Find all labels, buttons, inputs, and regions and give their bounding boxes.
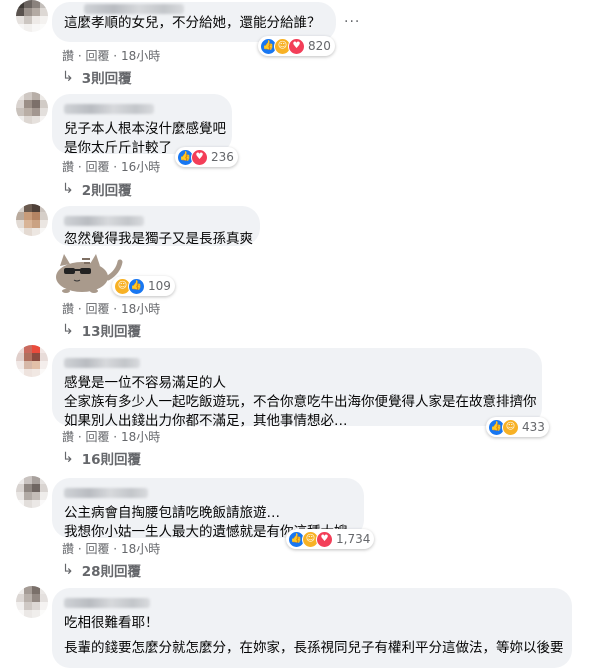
reaction-summary[interactable]: 👍 ☺ 433 — [486, 417, 549, 437]
avatar[interactable] — [16, 476, 48, 508]
reaction-count: 820 — [308, 39, 331, 53]
avatar[interactable] — [16, 345, 48, 377]
comment-text: 兒子本人根本沒什麼感覺吧 — [64, 121, 226, 137]
like-link[interactable]: 讚 — [62, 430, 74, 444]
comment-text: 這麼孝順的女兒，不分給她，還能分給誰？ — [64, 15, 321, 31]
reply-link[interactable]: 回覆 — [85, 49, 109, 63]
commenter-name[interactable] — [64, 488, 148, 498]
heart-icon: ♥ — [191, 148, 208, 166]
comment-bubble: 感覺是一位不容易滿足的人 全家族有多少人一起吃飯遊玩，不合你意吃牛出海你便覺得人… — [52, 348, 542, 429]
like-link[interactable]: 讚 — [62, 542, 74, 556]
view-replies-button[interactable]: ↳ 3則回覆 — [62, 67, 132, 87]
comment-bubble: 兒子本人根本沒什麼感覺吧 是你太斤斤計較了 — [52, 94, 232, 156]
view-replies-button[interactable]: ↳ 2則回覆 — [62, 179, 132, 199]
comment-actions: 讚 · 回覆 · 18小時 — [62, 49, 161, 63]
heart-icon: ♥ — [288, 37, 305, 55]
avatar[interactable] — [16, 0, 48, 32]
view-replies-button[interactable]: ↳ 28則回覆 — [62, 560, 141, 580]
view-replies-button[interactable]: ↳ 16則回覆 — [62, 448, 141, 468]
commenter-name[interactable] — [64, 598, 150, 608]
replies-count: 2則回覆 — [81, 183, 132, 199]
comment-text: 吃相很難看耶！ — [64, 615, 159, 631]
comment-actions: 讚 · 回覆 · 16小時 — [62, 160, 161, 174]
timestamp[interactable]: 18小時 — [121, 302, 160, 316]
thumbs-up-icon: 👍 — [128, 277, 145, 295]
reply-arrow-icon: ↳ — [62, 69, 74, 85]
reply-link[interactable]: 回覆 — [85, 430, 109, 444]
comment-text: 長輩的錢要怎麼分就怎麼分，在妳家，長孫視同兒子有權利平分這做法，等妳以後要 — [64, 640, 564, 656]
comment-actions: 讚 · 回覆 · 18小時 — [62, 302, 161, 316]
reply-arrow-icon: ↳ — [62, 562, 74, 578]
heart-icon: ♥ — [316, 530, 333, 548]
reaction-count: 433 — [522, 420, 545, 434]
timestamp[interactable]: 16小時 — [121, 160, 160, 174]
reply-arrow-icon: ↳ — [62, 181, 74, 197]
like-link[interactable]: 讚 — [62, 160, 74, 174]
commenter-name[interactable] — [64, 104, 154, 114]
comment-bubble: 忽然覺得我是獨子又是長孫真爽 — [52, 206, 260, 247]
replies-count: 3則回覆 — [81, 71, 132, 87]
replies-count: 13則回覆 — [81, 324, 142, 340]
commenter-name[interactable] — [64, 216, 144, 226]
comment-text: 忽然覺得我是獨子又是長孫真爽 — [64, 231, 253, 247]
timestamp[interactable]: 18小時 — [121, 542, 160, 556]
comment-actions: 讚 · 回覆 · 18小時 — [62, 430, 161, 444]
reply-arrow-icon: ↳ — [62, 450, 74, 466]
reaction-count: 109 — [148, 279, 171, 293]
reply-link[interactable]: 回覆 — [85, 302, 109, 316]
reaction-count: 1,734 — [336, 532, 371, 546]
more-options-icon[interactable]: ··· — [344, 14, 360, 30]
comment-actions: 讚 · 回覆 · 18小時 — [62, 542, 161, 556]
timestamp[interactable]: 18小時 — [121, 49, 160, 63]
reply-link[interactable]: 回覆 — [85, 160, 109, 174]
commenter-name[interactable] — [64, 358, 140, 368]
comment-text: 公主病會自掏腰包請吃晚飯請旅遊… — [64, 505, 280, 521]
timestamp[interactable]: 18小時 — [121, 430, 160, 444]
view-replies-button[interactable]: ↳ 13則回覆 — [62, 320, 141, 340]
like-link[interactable]: 讚 — [62, 49, 74, 63]
laughing-face-icon: ☺ — [502, 418, 519, 436]
comment-text: 全家族有多少人一起吃飯遊玩，不合你意吃牛出海你便覺得人家是在故意排擠你 — [64, 394, 537, 410]
comment-text: 感覺是一位不容易滿足的人 — [64, 375, 226, 391]
commenter-name[interactable] — [84, 4, 184, 14]
reaction-summary[interactable]: ☺ 👍 109 — [112, 276, 175, 296]
comment-bubble: 吃相很難看耶！ 長輩的錢要怎麼分就怎麼分，在妳家，長孫視同兒子有權利平分這做法，… — [52, 588, 572, 668]
avatar[interactable] — [16, 92, 48, 124]
avatar[interactable] — [16, 204, 48, 236]
avatar[interactable] — [16, 586, 48, 618]
reaction-summary[interactable]: 👍 ☺ ♥ 1,734 — [286, 529, 375, 549]
reaction-count: 236 — [211, 150, 234, 164]
reaction-summary[interactable]: 👍 ♥ 236 — [175, 147, 238, 167]
like-link[interactable]: 讚 — [62, 302, 74, 316]
replies-count: 16則回覆 — [81, 452, 142, 468]
reaction-summary[interactable]: 👍 ☺ ♥ 820 — [258, 36, 335, 56]
replies-count: 28則回覆 — [81, 564, 142, 580]
reply-arrow-icon: ↳ — [62, 322, 74, 338]
reply-link[interactable]: 回覆 — [85, 542, 109, 556]
